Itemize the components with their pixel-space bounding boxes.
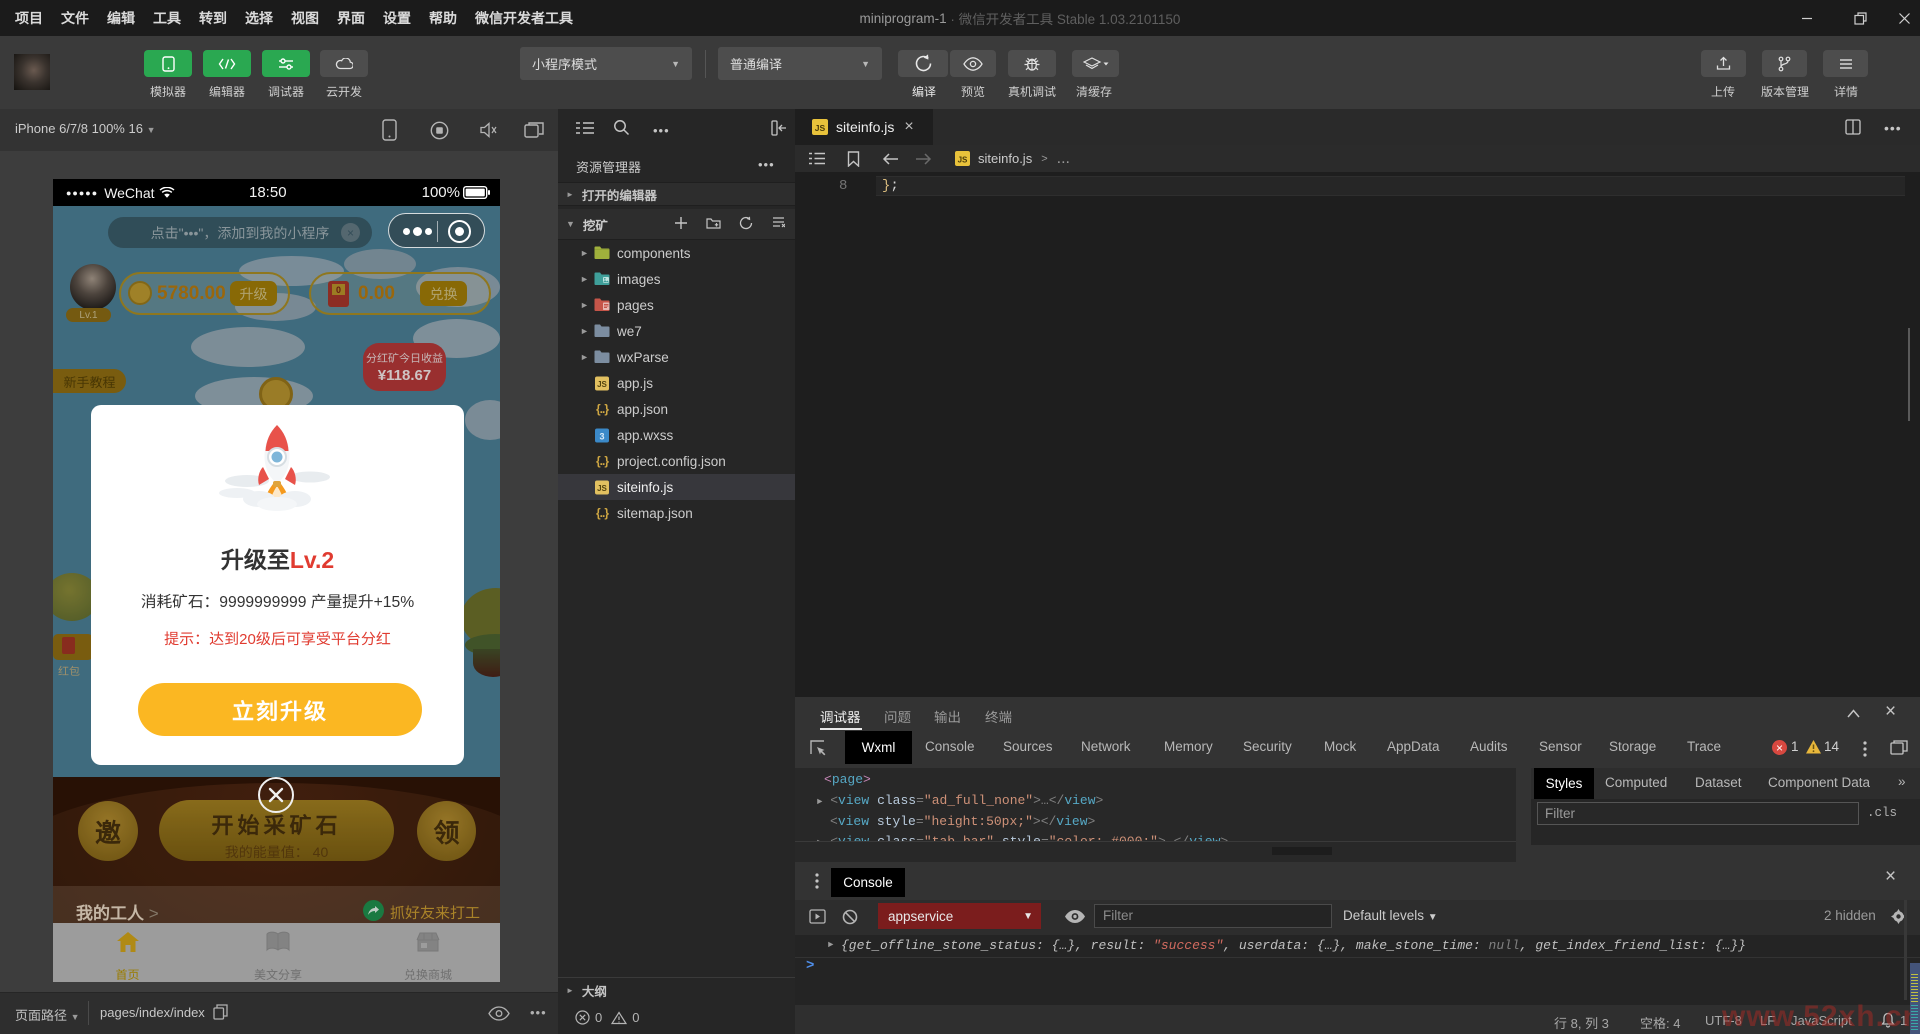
svg-text:JS: JS [958,156,968,165]
svg-text:JS: JS [815,123,826,133]
svg-text:JS: JS [597,380,607,389]
svg-text:3: 3 [599,431,604,441]
svg-text:JS: JS [597,484,607,493]
